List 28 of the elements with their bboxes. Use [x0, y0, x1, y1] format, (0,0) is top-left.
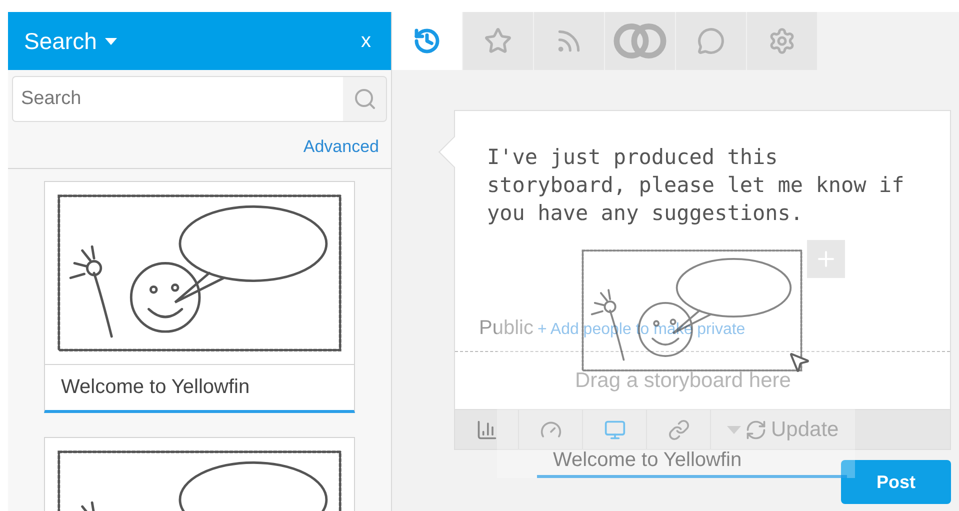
- add-button[interactable]: [807, 240, 845, 278]
- panel-tab[interactable]: [463, 12, 533, 70]
- link-icon: [668, 418, 690, 440]
- post-button[interactable]: Post: [841, 460, 951, 504]
- drag-preview-title: Welcome to Yellowfin: [553, 449, 742, 471]
- close-button[interactable]: x: [361, 26, 375, 56]
- storyboard-card[interactable]: Welcome to Yellowfin: [44, 180, 355, 412]
- panel-tab[interactable]: [676, 12, 746, 70]
- drop-hint: Drag a storyboard here: [575, 368, 791, 394]
- caret-icon: [727, 426, 741, 434]
- monitor-icon: [604, 418, 626, 440]
- caret-icon: [104, 38, 117, 44]
- panel-tab[interactable]: [747, 12, 817, 70]
- storyboard-title: Welcome to Yellowfin: [61, 375, 250, 400]
- update-button[interactable]: Update: [745, 414, 839, 446]
- refresh-icon: [745, 418, 767, 440]
- panel-tab[interactable]: [534, 12, 604, 70]
- history-icon: [413, 27, 441, 55]
- panel-tab[interactable]: [605, 12, 675, 70]
- settings-icon: [768, 27, 796, 55]
- search-mode-dropdown[interactable]: Search: [24, 24, 117, 58]
- comment-icon: [697, 27, 725, 55]
- visibility-label: Public: [479, 316, 534, 341]
- star-icon: [484, 27, 512, 55]
- bar-chart-icon: [476, 418, 498, 440]
- comment-message: I've just produced this storyboard, please let me know if you have any suggestions.: [487, 144, 906, 227]
- panel-tab[interactable]: [392, 12, 462, 70]
- advanced-link[interactable]: Advanced: [303, 134, 379, 160]
